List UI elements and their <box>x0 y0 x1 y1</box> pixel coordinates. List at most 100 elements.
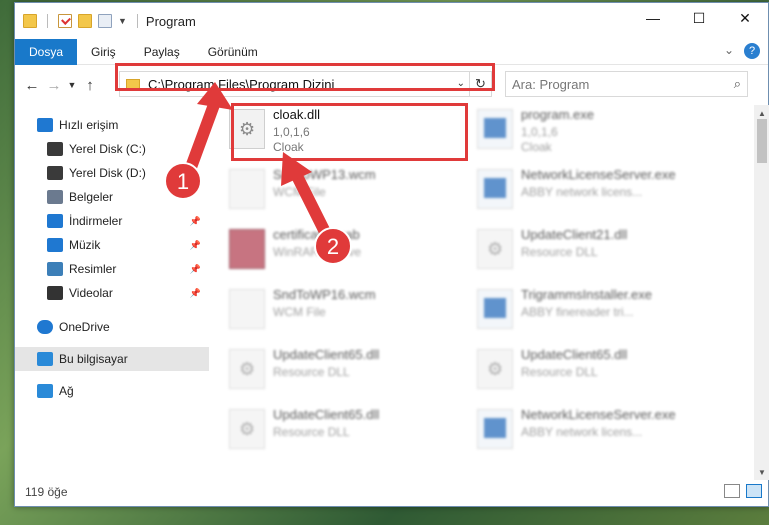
sidebar-item-label: Yerel Disk (C:) <box>69 142 146 156</box>
forward-button[interactable]: → <box>43 74 65 96</box>
expand-ribbon-icon[interactable]: ⌄ <box>724 43 734 59</box>
maximize-button[interactable]: ☐ <box>676 3 722 33</box>
file-detail: WCM File <box>273 305 326 319</box>
file-item[interactable]: UpdateClient65.dll Resource DLL <box>225 345 465 403</box>
pin-icon[interactable]: 📌 <box>190 240 201 251</box>
file-name: UpdateClient65.dll <box>273 347 380 362</box>
sidebar-item-label: Bu bilgisayar <box>59 352 128 366</box>
quick-access-toolbar: ▼ <box>15 14 142 28</box>
file-item[interactable]: SndToWP16.wcm WCM File <box>225 285 465 343</box>
sidebar-item-label: Yerel Disk (D:) <box>69 166 146 180</box>
close-button[interactable]: ✕ <box>722 3 768 33</box>
file-item[interactable]: program.exe 1,0,1,6 Cloak <box>473 105 713 163</box>
sidebar-item-network[interactable]: Ağ <box>15 379 209 403</box>
address-bar[interactable]: C:\Program Files\Program Dizini ⌄ ↻ <box>119 71 492 97</box>
vertical-scrollbar[interactable]: ▲ ▼ <box>754 105 769 480</box>
sidebar-item-label: OneDrive <box>59 320 110 334</box>
sidebar-item-drive[interactable]: Yerel Disk (D:) <box>15 161 209 185</box>
up-button[interactable]: ↑ <box>79 74 101 96</box>
navigation-pane: Hızlı erişim Yerel Disk (C:) Yerel Disk (D… <box>15 105 209 480</box>
folder-icon <box>23 14 37 28</box>
help-icon[interactable]: ? <box>744 43 760 59</box>
file-name: UpdateClient21.dll <box>521 227 628 242</box>
file-icon <box>229 169 265 209</box>
divider <box>136 14 138 28</box>
computer-icon <box>37 352 53 366</box>
recent-locations-icon[interactable]: ▼ <box>65 74 79 96</box>
star-icon <box>37 118 53 132</box>
divider <box>47 14 48 28</box>
file-name: program.exe <box>521 107 594 122</box>
file-detail: WinRAR archive <box>273 245 362 259</box>
exe-file-icon <box>477 289 513 329</box>
new-folder-icon[interactable] <box>78 14 92 28</box>
tab-view[interactable]: Görünüm <box>194 39 272 65</box>
tab-share[interactable]: Paylaş <box>130 39 194 65</box>
sidebar-item-cloud[interactable]: OneDrive <box>15 315 209 339</box>
sidebar-item-drive[interactable]: Yerel Disk (C:) <box>15 137 209 161</box>
explorer-window: ▼ Program — ☐ ✕ Dosya Giriş Paylaş Görün… <box>14 2 769 507</box>
file-name: UpdateClient65.dll <box>521 347 628 362</box>
drive-icon <box>47 166 63 180</box>
file-item[interactable]: UpdateClient65.dll Resource DLL <box>473 345 713 403</box>
search-placeholder: Ara: Program <box>512 76 590 92</box>
pin-icon[interactable]: 📌 <box>190 288 201 299</box>
minimize-button[interactable]: — <box>630 3 676 33</box>
sidebar-item-download[interactable]: İndirmeler 📌 <box>15 209 209 233</box>
document-icon <box>47 190 63 204</box>
pictures-icon <box>47 262 63 276</box>
sidebar-item-computer[interactable]: Bu bilgisayar <box>15 347 209 371</box>
file-item[interactable]: TrigrammsInstaller.exe ABBY finereader tr… <box>473 285 713 343</box>
file-name: SndToWP16.wcm <box>273 287 376 302</box>
file-name: NetworkLicenseServer.exe <box>521 167 676 182</box>
sidebar-item-label: Belgeler <box>69 190 114 204</box>
address-path[interactable]: C:\Program Files\Program Dizini <box>148 77 334 92</box>
file-name: TrigrammsInstaller.exe <box>521 287 652 302</box>
pin-icon[interactable]: 📌 <box>190 264 201 275</box>
details-view-icon[interactable] <box>724 484 740 498</box>
file-detail: ABBY network licens... <box>521 425 643 439</box>
file-detail: 1,0,1,6 <box>521 125 558 139</box>
file-detail: Resource DLL <box>521 245 598 259</box>
file-icon <box>229 289 265 329</box>
drive-icon <box>47 142 63 156</box>
status-bar: 119 öğe <box>15 478 769 506</box>
file-item[interactable]: NetworkLicenseServer.exe ABBY network lic… <box>473 165 713 223</box>
search-icon[interactable]: ⌕ <box>734 76 741 92</box>
file-item[interactable]: NetworkLicenseServer.exe ABBY network lic… <box>473 405 713 463</box>
tiles-view-icon[interactable] <box>746 484 762 498</box>
file-name: certificates.cab <box>273 227 360 242</box>
exe-file-icon <box>477 109 513 149</box>
item-count: 119 öğe <box>25 485 68 499</box>
refresh-icon[interactable]: ↻ <box>469 72 491 96</box>
file-detail: Cloak <box>273 140 304 154</box>
tab-file[interactable]: Dosya <box>15 38 78 65</box>
back-button[interactable]: ← <box>21 74 43 96</box>
file-detail: Cloak <box>521 140 552 154</box>
sidebar-item-document[interactable]: Belgeler <box>15 185 209 209</box>
pin-icon[interactable]: 📌 <box>190 216 201 227</box>
network-icon <box>37 384 53 398</box>
file-item[interactable]: UpdateClient65.dll Resource DLL <box>225 405 465 463</box>
sidebar-item-music[interactable]: Müzik 📌 <box>15 233 209 257</box>
tab-home[interactable]: Giriş <box>77 39 130 65</box>
file-item[interactable]: UpdateClient21.dll Resource DLL <box>473 225 713 283</box>
chevron-down-icon[interactable]: ⌄ <box>457 78 465 89</box>
customize-toolbar-icon[interactable]: ▼ <box>118 16 127 26</box>
scrollbar-thumb[interactable] <box>757 119 767 163</box>
file-name: UpdateClient65.dll <box>273 407 380 422</box>
sidebar-item-label: İndirmeler <box>69 214 123 228</box>
sidebar-item-pictures[interactable]: Resimler 📌 <box>15 257 209 281</box>
file-list: ▲ ▼ cloak.dll1,0,1,6Cloak program.exe 1,0,… <box>209 105 769 480</box>
file-item[interactable]: certificates.cab WinRAR archive <box>225 225 465 283</box>
properties-icon[interactable] <box>58 14 72 28</box>
search-input[interactable]: Ara: Program ⌕ <box>505 71 748 97</box>
sidebar-item-label: Ağ <box>59 384 74 398</box>
view-icon[interactable] <box>98 14 112 28</box>
dll-file-icon <box>229 409 265 449</box>
file-item[interactable]: cloak.dll 1,0,1,6Cloak <box>225 105 465 163</box>
ribbon-tabs: Dosya Giriş Paylaş Görünüm ⌄ ? <box>15 38 768 65</box>
sidebar-item-video[interactable]: Videolar 📌 <box>15 281 209 305</box>
file-item[interactable]: SndToWP13.wcm WCM File <box>225 165 465 223</box>
sidebar-item-star[interactable]: Hızlı erişim <box>15 113 209 137</box>
